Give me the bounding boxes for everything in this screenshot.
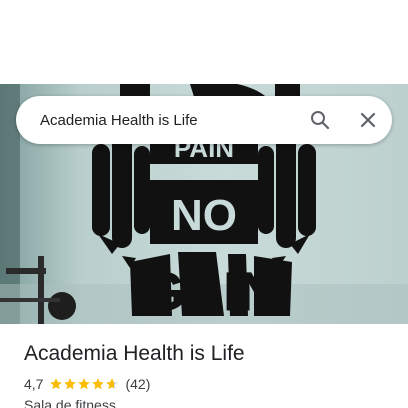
search-icon: [311, 111, 330, 130]
star-icon: [92, 378, 105, 390]
decal-text-gain: GAIN: [143, 262, 278, 322]
maps-place-screen: PAIN NO GAIN Academia Health is Life Aca…: [0, 0, 408, 408]
search-bar[interactable]: Academia Health is Life: [16, 96, 392, 144]
decal-text-no: NO: [171, 191, 237, 240]
rating-stars: [49, 377, 119, 391]
search-input[interactable]: Academia Health is Life: [40, 112, 296, 129]
star-icon: [50, 378, 63, 390]
place-category: Sala de fitness: [24, 397, 116, 408]
close-icon: [360, 112, 376, 128]
top-blank-area: [0, 0, 408, 84]
rating-row[interactable]: 4,7 (42): [24, 376, 150, 392]
review-count[interactable]: (42): [125, 376, 150, 392]
clear-search-button[interactable]: [344, 96, 392, 144]
star-icon: [64, 378, 77, 390]
half-star-icon: [106, 378, 119, 390]
rating-value: 4,7: [24, 376, 44, 392]
search-button[interactable]: [296, 96, 344, 144]
place-info-panel: Academia Health is Life 4,7 (42) Sala de…: [0, 324, 408, 408]
star-icon: [78, 378, 91, 390]
place-title: Academia Health is Life: [24, 342, 245, 365]
